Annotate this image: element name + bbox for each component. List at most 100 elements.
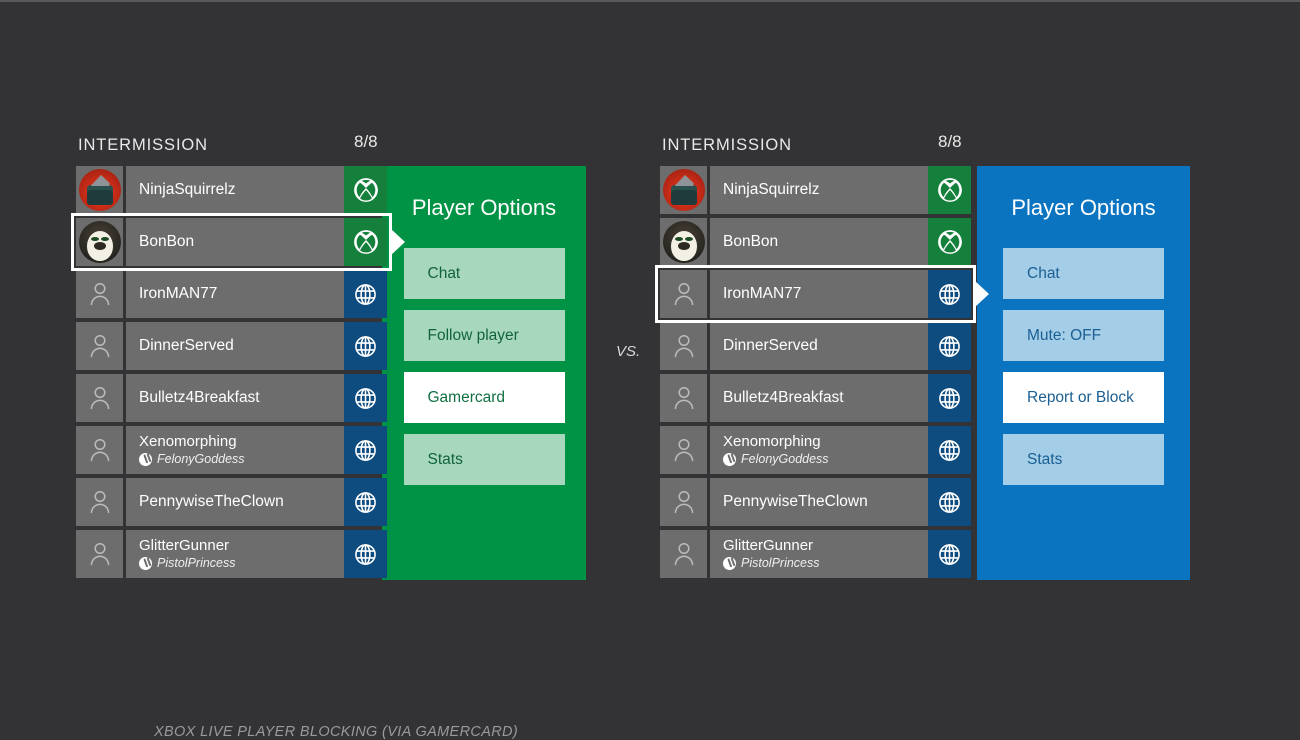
player-secondary-identity: FelonyGoddess (723, 452, 928, 466)
player-name-cell: IronMAN77 (710, 270, 928, 318)
player-row[interactable]: IronMAN77 (76, 270, 387, 318)
person-icon (90, 283, 109, 306)
player-row[interactable]: NinjaSquirrelz (76, 166, 387, 214)
globe-icon (355, 439, 376, 461)
player-gamertag: GlitterGunner (723, 536, 814, 554)
globe-icon (939, 335, 960, 357)
person-icon (90, 491, 109, 514)
player-gamertag: Xenomorphing (139, 432, 237, 450)
avatar (662, 169, 705, 211)
player-secondary-identity: PistolPrincess (139, 556, 344, 570)
left-session-title: INTERMISSION (78, 136, 208, 154)
globe-icon (939, 543, 960, 565)
non-xbox-live-badge (928, 270, 971, 318)
option-mute-off[interactable]: Mute: OFF (1003, 310, 1164, 361)
player-name-cell: GlitterGunner PistolPrincess (126, 530, 344, 578)
player-xbox-gamertag: PistolPrincess (741, 556, 820, 571)
player-gamertag: Bulletz4Breakfast (139, 389, 260, 407)
player-row[interactable]: PennywiseTheClown (76, 478, 387, 526)
player-avatar-cell (76, 218, 123, 266)
player-row[interactable]: Xenomorphing FelonyGoddess (660, 426, 971, 474)
player-avatar-cell (660, 426, 707, 474)
option-stats[interactable]: Stats (403, 434, 565, 485)
player-name-cell: PennywiseTheClown (126, 478, 344, 526)
player-name-cell: GlitterGunner PistolPrincess (710, 530, 928, 578)
person-icon (674, 283, 693, 306)
option-report-or-block[interactable]: Report or Block (1003, 372, 1164, 423)
player-name-cell: DinnerServed (710, 322, 928, 370)
player-name-cell: Bulletz4Breakfast (710, 374, 928, 422)
player-row[interactable]: GlitterGunner PistolPrincess (660, 530, 971, 578)
player-row[interactable]: Bulletz4Breakfast (660, 374, 971, 422)
player-gamertag: DinnerServed (139, 337, 234, 355)
player-avatar-cell (76, 426, 123, 474)
non-xbox-live-badge (928, 374, 971, 422)
xbox-logo-icon (937, 230, 962, 254)
player-row[interactable]: DinnerServed (660, 322, 971, 370)
player-name-cell: IronMAN77 (126, 270, 344, 318)
player-name-cell: NinjaSquirrelz (126, 166, 344, 214)
player-name-cell: Xenomorphing FelonyGoddess (126, 426, 344, 474)
person-icon (90, 439, 109, 462)
globe-icon (939, 387, 960, 409)
person-icon (90, 543, 109, 566)
right-player-list[interactable]: NinjaSquirrelz BonBon IronMAN77 DinnerServe… (655, 166, 989, 582)
option-stats[interactable]: Stats (1003, 434, 1164, 485)
player-name-cell: DinnerServed (126, 322, 344, 370)
player-row[interactable]: Xenomorphing FelonyGoddess (76, 426, 387, 474)
xbox-logo-icon (353, 230, 378, 254)
player-avatar-cell (660, 270, 707, 318)
player-secondary-identity: FelonyGoddess (139, 452, 344, 466)
globe-icon (939, 439, 960, 461)
player-name-cell: NinjaSquirrelz (710, 166, 928, 214)
globe-icon (355, 543, 376, 565)
globe-icon (355, 335, 376, 357)
player-row[interactable]: NinjaSquirrelz (660, 166, 971, 214)
right-session-title: INTERMISSION (662, 136, 792, 154)
option-chat[interactable]: Chat (1003, 248, 1164, 299)
player-avatar-cell (76, 270, 123, 318)
player-avatar-cell (76, 478, 123, 526)
left-player-list[interactable]: NinjaSquirrelz BonBon IronMAN77 DinnerServe… (71, 166, 405, 582)
selection-pointer-icon (391, 229, 405, 255)
player-avatar-cell (76, 166, 123, 214)
right-options-title: Player Options (1011, 195, 1156, 220)
option-gamercard[interactable]: Gamercard (403, 372, 565, 423)
player-row[interactable]: IronMAN77 (660, 270, 971, 318)
right-player-options-panel: Player Options Chat Mute: OFF Report or Bl… (977, 166, 1190, 580)
person-icon (674, 439, 693, 462)
xbox-logo-icon (139, 452, 152, 466)
globe-icon (355, 491, 376, 513)
player-avatar-cell (76, 530, 123, 578)
non-xbox-live-badge (928, 426, 971, 474)
player-row[interactable]: Bulletz4Breakfast (76, 374, 387, 422)
player-gamertag: PennywiseTheClown (723, 493, 868, 511)
left-player-options-panel: Player Options Chat Follow player Gamercar… (382, 166, 586, 580)
option-chat[interactable]: Chat (403, 248, 565, 299)
player-avatar-cell (660, 166, 707, 214)
player-gamertag: Xenomorphing (723, 432, 821, 450)
player-name-cell: PennywiseTheClown (710, 478, 928, 526)
non-xbox-live-badge (344, 270, 387, 318)
player-gamertag: BonBon (723, 233, 779, 251)
player-gamertag: NinjaSquirrelz (723, 181, 820, 199)
player-xbox-gamertag: PistolPrincess (157, 556, 236, 571)
left-options-list: Chat Follow player Gamercard Stats (382, 248, 586, 485)
player-gamertag: DinnerServed (723, 337, 818, 355)
player-row[interactable]: BonBon (660, 218, 971, 266)
option-follow-player[interactable]: Follow player (403, 310, 565, 361)
player-gamertag: IronMAN77 (723, 285, 802, 303)
person-icon (90, 387, 109, 410)
player-row[interactable]: BonBon (76, 218, 387, 266)
avatar (78, 221, 121, 263)
player-row[interactable]: GlitterGunner PistolPrincess (76, 530, 387, 578)
player-gamertag: BonBon (139, 233, 195, 251)
person-icon (674, 387, 693, 410)
player-row[interactable]: PennywiseTheClown (660, 478, 971, 526)
player-xbox-gamertag: FelonyGoddess (157, 452, 245, 467)
player-row[interactable]: DinnerServed (76, 322, 387, 370)
person-icon (90, 335, 109, 358)
player-avatar-cell (660, 374, 707, 422)
avatar (662, 221, 705, 263)
player-gamertag: IronMAN77 (139, 285, 218, 303)
